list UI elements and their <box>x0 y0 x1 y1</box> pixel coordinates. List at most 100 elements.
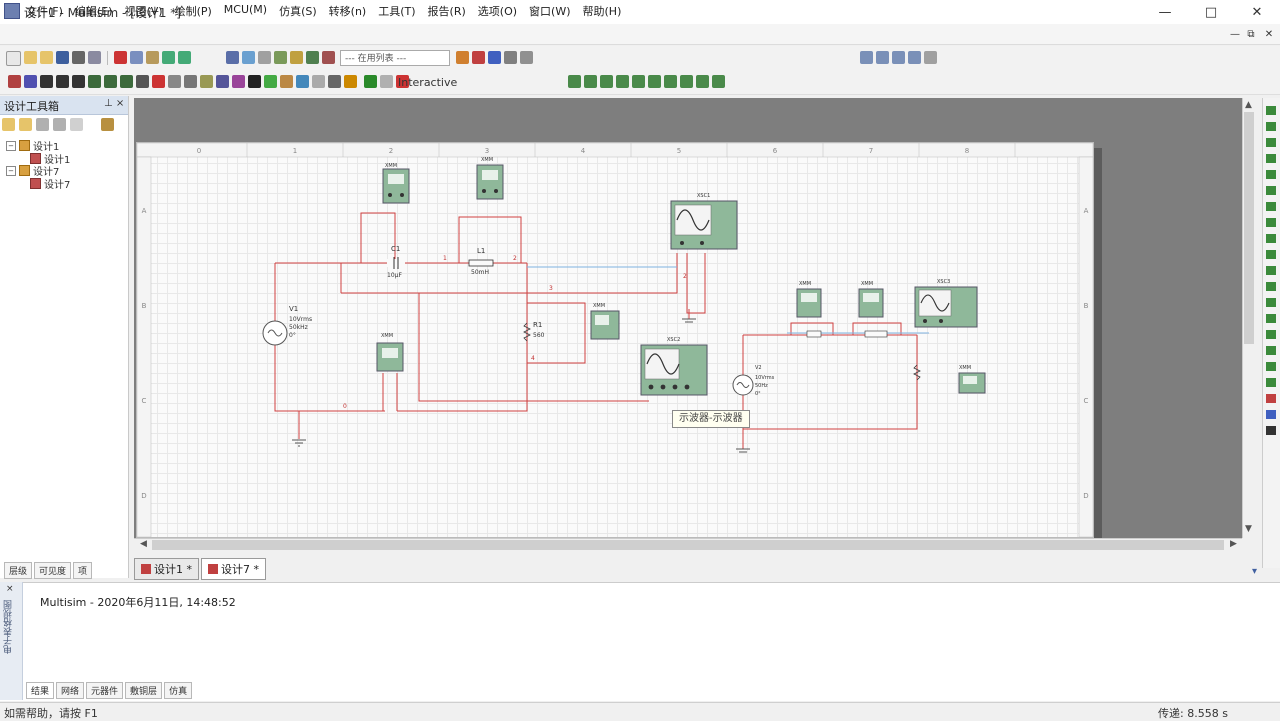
minimize-button[interactable]: — <box>1142 0 1188 24</box>
grapher-icon[interactable] <box>290 51 303 64</box>
palette-agilent-generator-icon[interactable] <box>1266 330 1276 339</box>
toolbox-new-sheet-icon[interactable] <box>19 118 32 131</box>
instrument-function-generator-icon[interactable] <box>584 75 597 88</box>
menu-place[interactable]: 绘制(P) <box>169 3 218 19</box>
fullscreen-icon[interactable] <box>924 51 937 64</box>
place-ttl-icon[interactable] <box>88 75 101 88</box>
inductor-l1[interactable]: L1 50mH <box>468 247 494 276</box>
voltage-probe-icon[interactable] <box>472 51 485 64</box>
component-wizard-icon[interactable] <box>274 51 287 64</box>
toolbox-remove-icon[interactable] <box>53 118 66 131</box>
doc-tab-design7[interactable]: 设计7 * <box>201 558 266 580</box>
palette-logic-analyzer-icon[interactable] <box>1266 250 1276 259</box>
place-indicator-icon[interactable] <box>152 75 165 88</box>
probe-icon[interactable] <box>456 51 469 64</box>
instrument-logic-analyzer-icon[interactable] <box>696 75 709 88</box>
doc-tab-design1[interactable]: 设计1 * <box>134 558 199 580</box>
place-mcu-icon[interactable] <box>280 75 293 88</box>
scroll-left-icon[interactable]: ◀ <box>140 539 147 549</box>
tree-item-design7-sheet[interactable]: 设计7 <box>30 176 70 191</box>
palette-bode-plotter-icon[interactable] <box>1266 186 1276 195</box>
oscilloscope-xsc1[interactable]: XSC1 <box>670 193 738 250</box>
place-power-icon[interactable] <box>168 75 181 88</box>
palette-multimeter-icon[interactable] <box>1266 106 1276 115</box>
simulation-mode-label[interactable]: Interactive <box>398 76 457 89</box>
multimeter-xmm6[interactable]: XMM <box>858 281 884 318</box>
palette-agilent-multimeter-icon[interactable] <box>1266 346 1276 355</box>
menu-options[interactable]: 选项(O) <box>472 3 523 19</box>
place-graph-icon[interactable] <box>344 75 357 88</box>
place-probe-icon[interactable] <box>328 75 341 88</box>
print-preview-icon[interactable] <box>88 51 101 64</box>
palette-oscilloscope-icon[interactable] <box>1266 154 1276 163</box>
place-ni-icon[interactable] <box>248 75 261 88</box>
new-icon[interactable] <box>6 51 21 66</box>
tab-results[interactable]: 结果 <box>26 682 55 699</box>
scroll-down-icon[interactable]: ▼ <box>1245 524 1252 534</box>
menu-file[interactable]: 文件(F) <box>20 3 69 19</box>
instrument-word-generator-icon[interactable] <box>680 75 693 88</box>
source-v2[interactable]: V2 10Vrms 50Hz 0° <box>732 365 775 397</box>
menu-edit[interactable]: 编辑(E) <box>69 3 119 19</box>
tab-hierarchy[interactable]: 层级 <box>4 562 33 579</box>
palette-tektronix-oscilloscope-icon[interactable] <box>1266 378 1276 387</box>
menu-simulate[interactable]: 仿真(S) <box>273 3 323 19</box>
instrument-4ch-oscilloscope-icon[interactable] <box>632 75 645 88</box>
place-mixed-icon[interactable] <box>136 75 149 88</box>
place-misc-icon[interactable] <box>184 75 197 88</box>
tab-components[interactable]: 元器件 <box>86 682 124 699</box>
horizontal-scrollbar-thumb[interactable] <box>152 540 1224 550</box>
open-icon[interactable] <box>24 51 37 64</box>
design-toolbox-icon[interactable] <box>226 51 239 64</box>
probe-settings-icon[interactable] <box>504 51 517 64</box>
document-icon[interactable] <box>4 3 20 19</box>
postprocessor-icon[interactable] <box>306 51 319 64</box>
instrument-wattmeter-icon[interactable] <box>600 75 613 88</box>
palette-word-generator-icon[interactable] <box>1266 218 1276 227</box>
palette-network-analyzer-icon[interactable] <box>1266 314 1276 323</box>
menu-mcu[interactable]: MCU(M) <box>218 3 273 19</box>
close-button[interactable]: ✕ <box>1234 0 1280 24</box>
menu-transfer[interactable]: 转移(n) <box>323 3 373 19</box>
zoom-sheet-icon[interactable] <box>908 51 921 64</box>
mdi-minimize-button[interactable]: — <box>1228 28 1242 40</box>
palette-4ch-oscilloscope-icon[interactable] <box>1266 170 1276 179</box>
instrument-oscilloscope-icon[interactable] <box>616 75 629 88</box>
palette-agilent-oscilloscope-icon[interactable] <box>1266 362 1276 371</box>
multimeter-xmm5[interactable]: XMM <box>796 281 822 318</box>
place-rf-icon[interactable] <box>216 75 229 88</box>
toolbox-hierarchy-icon[interactable] <box>36 118 49 131</box>
zoom-area-icon[interactable] <box>892 51 905 64</box>
palette-iv-analyzer-icon[interactable] <box>1266 266 1276 275</box>
palette-current-probe-icon[interactable] <box>1266 394 1276 403</box>
schematic-sheet[interactable]: 0 1 2 3 4 5 6 7 8 A B C D A B C D V1 10V… <box>136 142 1094 538</box>
pause-simulation-icon[interactable] <box>380 75 393 88</box>
tab-visibility[interactable]: 可见度 <box>34 562 72 579</box>
place-bus-icon[interactable] <box>312 75 325 88</box>
oscilloscope-xsc3[interactable]: XSC3 <box>914 279 978 328</box>
palette-distortion-analyzer-icon[interactable] <box>1266 282 1276 291</box>
place-analog-icon[interactable] <box>72 75 85 88</box>
menu-reports[interactable]: 报告(R) <box>422 3 472 19</box>
multimeter-xmm4[interactable]: XMM <box>376 333 404 372</box>
scroll-right-icon[interactable]: ▶ <box>1230 539 1237 549</box>
tab-project[interactable]: 项 <box>73 562 93 579</box>
run-simulation-icon[interactable] <box>364 75 377 88</box>
inductor-l2[interactable] <box>864 330 888 338</box>
palette-frequency-counter-icon[interactable] <box>1266 202 1276 211</box>
instrument-logic-converter-icon[interactable] <box>712 75 725 88</box>
place-advanced-peripherals-icon[interactable] <box>200 75 213 88</box>
instrument-multimeter-icon[interactable] <box>568 75 581 88</box>
current-probe-icon[interactable] <box>488 51 501 64</box>
menu-help[interactable]: 帮助(H) <box>577 3 628 19</box>
menu-tools[interactable]: 工具(T) <box>372 3 421 19</box>
tab-copper-layers[interactable]: 敷铜层 <box>125 682 163 699</box>
cut-icon[interactable] <box>114 51 127 64</box>
paste-icon[interactable] <box>146 51 159 64</box>
place-electromechanical-icon[interactable] <box>232 75 245 88</box>
in-use-list-dropdown[interactable]: --- 在用列表 --- <box>340 50 450 66</box>
tab-simulation[interactable]: 仿真 <box>164 682 193 699</box>
copy-icon[interactable] <box>130 51 143 64</box>
place-transistor-icon[interactable] <box>56 75 69 88</box>
toolbox-open-icon[interactable] <box>2 118 15 131</box>
